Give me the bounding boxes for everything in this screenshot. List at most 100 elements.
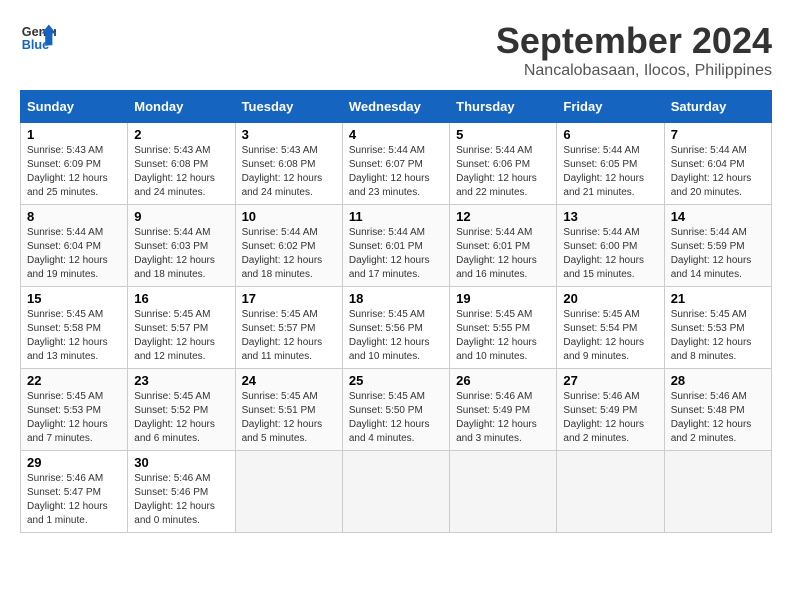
day-number: 25 bbox=[349, 373, 443, 388]
calendar-cell: 12 Sunrise: 5:44 AM Sunset: 6:01 PM Dayl… bbox=[450, 205, 557, 287]
day-number: 22 bbox=[27, 373, 121, 388]
calendar-cell: 27 Sunrise: 5:46 AM Sunset: 5:49 PM Dayl… bbox=[557, 369, 664, 451]
header: General Blue September 2024 Nancalobasaa… bbox=[20, 20, 772, 80]
day-info: Sunrise: 5:44 AM Sunset: 6:07 PM Dayligh… bbox=[349, 144, 443, 200]
calendar-cell: 25 Sunrise: 5:45 AM Sunset: 5:50 PM Dayl… bbox=[342, 369, 449, 451]
week-row-3: 15 Sunrise: 5:45 AM Sunset: 5:58 PM Dayl… bbox=[21, 287, 772, 369]
calendar-cell: 26 Sunrise: 5:46 AM Sunset: 5:49 PM Dayl… bbox=[450, 369, 557, 451]
day-info: Sunrise: 5:44 AM Sunset: 6:01 PM Dayligh… bbox=[349, 226, 443, 282]
calendar-cell: 3 Sunrise: 5:43 AM Sunset: 6:08 PM Dayli… bbox=[235, 123, 342, 205]
calendar-cell bbox=[557, 451, 664, 533]
calendar-cell: 8 Sunrise: 5:44 AM Sunset: 6:04 PM Dayli… bbox=[21, 205, 128, 287]
month-title: September 2024 bbox=[496, 20, 772, 62]
day-number: 6 bbox=[563, 127, 657, 142]
col-header-monday: Monday bbox=[128, 91, 235, 123]
calendar-cell: 16 Sunrise: 5:45 AM Sunset: 5:57 PM Dayl… bbox=[128, 287, 235, 369]
week-row-2: 8 Sunrise: 5:44 AM Sunset: 6:04 PM Dayli… bbox=[21, 205, 772, 287]
calendar-cell: 7 Sunrise: 5:44 AM Sunset: 6:04 PM Dayli… bbox=[664, 123, 771, 205]
day-info: Sunrise: 5:44 AM Sunset: 6:04 PM Dayligh… bbox=[671, 144, 765, 200]
day-number: 13 bbox=[563, 209, 657, 224]
day-info: Sunrise: 5:44 AM Sunset: 6:06 PM Dayligh… bbox=[456, 144, 550, 200]
day-info: Sunrise: 5:45 AM Sunset: 5:50 PM Dayligh… bbox=[349, 390, 443, 446]
day-info: Sunrise: 5:45 AM Sunset: 5:55 PM Dayligh… bbox=[456, 308, 550, 364]
calendar-cell: 29 Sunrise: 5:46 AM Sunset: 5:47 PM Dayl… bbox=[21, 451, 128, 533]
calendar-cell: 10 Sunrise: 5:44 AM Sunset: 6:02 PM Dayl… bbox=[235, 205, 342, 287]
calendar-cell: 11 Sunrise: 5:44 AM Sunset: 6:01 PM Dayl… bbox=[342, 205, 449, 287]
calendar-cell: 5 Sunrise: 5:44 AM Sunset: 6:06 PM Dayli… bbox=[450, 123, 557, 205]
day-number: 29 bbox=[27, 455, 121, 470]
calendar-cell: 1 Sunrise: 5:43 AM Sunset: 6:09 PM Dayli… bbox=[21, 123, 128, 205]
calendar-cell: 15 Sunrise: 5:45 AM Sunset: 5:58 PM Dayl… bbox=[21, 287, 128, 369]
day-number: 30 bbox=[134, 455, 228, 470]
calendar-cell: 28 Sunrise: 5:46 AM Sunset: 5:48 PM Dayl… bbox=[664, 369, 771, 451]
day-number: 3 bbox=[242, 127, 336, 142]
day-info: Sunrise: 5:46 AM Sunset: 5:46 PM Dayligh… bbox=[134, 472, 228, 528]
day-info: Sunrise: 5:45 AM Sunset: 5:51 PM Dayligh… bbox=[242, 390, 336, 446]
day-info: Sunrise: 5:46 AM Sunset: 5:49 PM Dayligh… bbox=[456, 390, 550, 446]
calendar-cell: 17 Sunrise: 5:45 AM Sunset: 5:57 PM Dayl… bbox=[235, 287, 342, 369]
logo: General Blue bbox=[20, 20, 56, 56]
day-info: Sunrise: 5:43 AM Sunset: 6:08 PM Dayligh… bbox=[134, 144, 228, 200]
day-number: 2 bbox=[134, 127, 228, 142]
day-number: 20 bbox=[563, 291, 657, 306]
day-info: Sunrise: 5:43 AM Sunset: 6:08 PM Dayligh… bbox=[242, 144, 336, 200]
calendar-table: SundayMondayTuesdayWednesdayThursdayFrid… bbox=[20, 90, 772, 533]
calendar-cell: 9 Sunrise: 5:44 AM Sunset: 6:03 PM Dayli… bbox=[128, 205, 235, 287]
day-info: Sunrise: 5:45 AM Sunset: 5:58 PM Dayligh… bbox=[27, 308, 121, 364]
week-row-1: 1 Sunrise: 5:43 AM Sunset: 6:09 PM Dayli… bbox=[21, 123, 772, 205]
day-info: Sunrise: 5:45 AM Sunset: 5:54 PM Dayligh… bbox=[563, 308, 657, 364]
col-header-sunday: Sunday bbox=[21, 91, 128, 123]
day-number: 19 bbox=[456, 291, 550, 306]
day-number: 27 bbox=[563, 373, 657, 388]
day-info: Sunrise: 5:44 AM Sunset: 6:01 PM Dayligh… bbox=[456, 226, 550, 282]
day-info: Sunrise: 5:44 AM Sunset: 6:05 PM Dayligh… bbox=[563, 144, 657, 200]
calendar-cell bbox=[450, 451, 557, 533]
day-info: Sunrise: 5:44 AM Sunset: 6:00 PM Dayligh… bbox=[563, 226, 657, 282]
calendar-cell bbox=[342, 451, 449, 533]
day-number: 8 bbox=[27, 209, 121, 224]
calendar-cell: 30 Sunrise: 5:46 AM Sunset: 5:46 PM Dayl… bbox=[128, 451, 235, 533]
title-area: September 2024 Nancalobasaan, Ilocos, Ph… bbox=[496, 20, 772, 80]
day-number: 23 bbox=[134, 373, 228, 388]
day-info: Sunrise: 5:44 AM Sunset: 6:03 PM Dayligh… bbox=[134, 226, 228, 282]
calendar-cell: 19 Sunrise: 5:45 AM Sunset: 5:55 PM Dayl… bbox=[450, 287, 557, 369]
day-info: Sunrise: 5:45 AM Sunset: 5:56 PM Dayligh… bbox=[349, 308, 443, 364]
calendar-cell: 20 Sunrise: 5:45 AM Sunset: 5:54 PM Dayl… bbox=[557, 287, 664, 369]
calendar-cell bbox=[235, 451, 342, 533]
day-info: Sunrise: 5:45 AM Sunset: 5:57 PM Dayligh… bbox=[242, 308, 336, 364]
week-row-4: 22 Sunrise: 5:45 AM Sunset: 5:53 PM Dayl… bbox=[21, 369, 772, 451]
day-number: 14 bbox=[671, 209, 765, 224]
calendar-cell: 18 Sunrise: 5:45 AM Sunset: 5:56 PM Dayl… bbox=[342, 287, 449, 369]
calendar-cell bbox=[664, 451, 771, 533]
day-number: 26 bbox=[456, 373, 550, 388]
col-header-friday: Friday bbox=[557, 91, 664, 123]
day-number: 5 bbox=[456, 127, 550, 142]
day-info: Sunrise: 5:45 AM Sunset: 5:53 PM Dayligh… bbox=[27, 390, 121, 446]
day-number: 24 bbox=[242, 373, 336, 388]
col-header-wednesday: Wednesday bbox=[342, 91, 449, 123]
day-number: 4 bbox=[349, 127, 443, 142]
day-number: 1 bbox=[27, 127, 121, 142]
day-number: 18 bbox=[349, 291, 443, 306]
day-number: 10 bbox=[242, 209, 336, 224]
calendar-cell: 6 Sunrise: 5:44 AM Sunset: 6:05 PM Dayli… bbox=[557, 123, 664, 205]
day-info: Sunrise: 5:46 AM Sunset: 5:49 PM Dayligh… bbox=[563, 390, 657, 446]
week-row-5: 29 Sunrise: 5:46 AM Sunset: 5:47 PM Dayl… bbox=[21, 451, 772, 533]
day-info: Sunrise: 5:45 AM Sunset: 5:57 PM Dayligh… bbox=[134, 308, 228, 364]
day-number: 9 bbox=[134, 209, 228, 224]
col-header-tuesday: Tuesday bbox=[235, 91, 342, 123]
day-number: 21 bbox=[671, 291, 765, 306]
svg-text:Blue: Blue bbox=[22, 38, 49, 52]
calendar-cell: 14 Sunrise: 5:44 AM Sunset: 5:59 PM Dayl… bbox=[664, 205, 771, 287]
day-number: 16 bbox=[134, 291, 228, 306]
location-title: Nancalobasaan, Ilocos, Philippines bbox=[496, 62, 772, 80]
day-info: Sunrise: 5:46 AM Sunset: 5:47 PM Dayligh… bbox=[27, 472, 121, 528]
day-info: Sunrise: 5:45 AM Sunset: 5:52 PM Dayligh… bbox=[134, 390, 228, 446]
day-info: Sunrise: 5:44 AM Sunset: 6:02 PM Dayligh… bbox=[242, 226, 336, 282]
day-number: 11 bbox=[349, 209, 443, 224]
calendar-cell: 22 Sunrise: 5:45 AM Sunset: 5:53 PM Dayl… bbox=[21, 369, 128, 451]
calendar-cell: 2 Sunrise: 5:43 AM Sunset: 6:08 PM Dayli… bbox=[128, 123, 235, 205]
calendar-cell: 4 Sunrise: 5:44 AM Sunset: 6:07 PM Dayli… bbox=[342, 123, 449, 205]
day-number: 28 bbox=[671, 373, 765, 388]
calendar-cell: 24 Sunrise: 5:45 AM Sunset: 5:51 PM Dayl… bbox=[235, 369, 342, 451]
